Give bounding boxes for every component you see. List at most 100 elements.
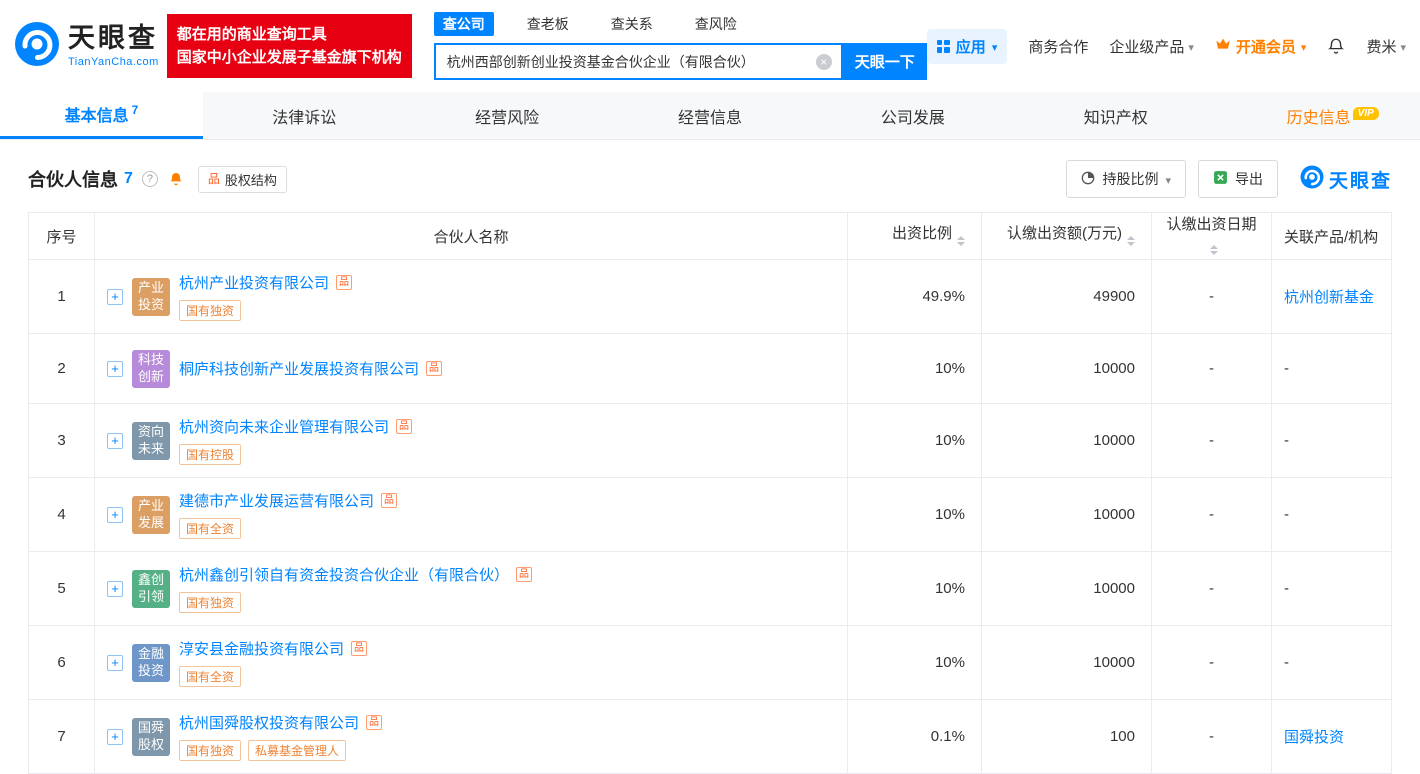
table-row: 3 资向未来 杭州资向未来企业管理有限公司 国有控股 10% 10000 - -: [28, 403, 1392, 478]
section-header: 合伙人信息 7 股权结构 持股比例: [0, 140, 1420, 212]
equity-structure-icon[interactable]: [516, 567, 533, 582]
nav-tab[interactable]: 知识产权: [1014, 92, 1217, 139]
subscribed-date-cell: -: [1151, 551, 1272, 626]
tianyancha-logo-icon: [1300, 165, 1324, 194]
expand-row-button[interactable]: [107, 580, 123, 597]
expand-row-button[interactable]: [107, 288, 123, 305]
subscribed-amount-cell: 10000: [981, 625, 1152, 700]
column-header-index: 序号: [28, 212, 95, 260]
equity-structure-icon[interactable]: [396, 419, 413, 434]
nav-tab[interactable]: 基本信息 7: [0, 92, 203, 139]
capital-ratio-cell: 10%: [847, 333, 982, 404]
user-menu[interactable]: 费米: [1366, 36, 1406, 57]
equity-structure-button[interactable]: 股权结构: [197, 165, 287, 193]
partner-tags: 国有独资: [179, 300, 352, 321]
nav-tab[interactable]: 公司发展: [811, 92, 1014, 139]
promo-line1: 都在用的商业查询工具: [176, 25, 327, 43]
header-right: 应用 商务合作 企业级产品 开通会员 费米: [926, 28, 1406, 64]
partner-name-link[interactable]: 桐庐科技创新产业发展投资有限公司: [179, 358, 419, 379]
partner-tag: 私募基金管理人: [248, 740, 347, 761]
chevron-down-icon: [1400, 38, 1406, 55]
expand-row-button[interactable]: [107, 728, 123, 745]
brand-name: 天眼查: [68, 23, 158, 54]
related-product-link[interactable]: 杭州创新基金: [1284, 289, 1374, 306]
partner-tags: 国有全资: [179, 666, 367, 687]
subscribed-amount-cell: 49900: [981, 259, 1152, 334]
row-index: 3: [28, 403, 95, 478]
column-header-related: 关联产品/机构: [1271, 212, 1392, 260]
equity-structure-icon[interactable]: [336, 275, 353, 290]
related-product-cell: -: [1271, 625, 1392, 700]
partner-logo-badge: 产业 发展: [132, 495, 170, 534]
brand-domain: TianYanCha.com: [68, 55, 159, 68]
partner-tag: 国有独资: [179, 740, 242, 761]
apps-grid-icon: [936, 39, 950, 53]
notification-bell-icon[interactable]: [1327, 37, 1345, 55]
search-area: 查公司查老板查关系查风险 × 天眼一下: [433, 12, 927, 80]
expand-row-button[interactable]: [107, 506, 123, 523]
search-button[interactable]: 天眼一下: [842, 43, 927, 80]
nav-tab[interactable]: 经营信息: [609, 92, 812, 139]
partner-name-link[interactable]: 杭州国舜股权投资有限公司: [179, 712, 359, 733]
equity-structure-icon[interactable]: [351, 641, 368, 656]
search-tab[interactable]: 查关系: [602, 12, 662, 36]
partner-logo-badge: 资向 未来: [132, 421, 170, 460]
nav-tab[interactable]: 法律诉讼: [203, 92, 406, 139]
partner-tag: 国有独资: [179, 592, 242, 613]
partner-name-link[interactable]: 杭州鑫创引领自有资金投资合伙企业（有限合伙）: [179, 564, 509, 585]
expand-row-button[interactable]: [107, 360, 123, 377]
tianyancha-logo[interactable]: 天眼查 TianYanCha.com: [14, 21, 159, 72]
related-product-link[interactable]: 国舜投资: [1284, 729, 1344, 746]
table-row: 4 产业发展 建德市产业发展运营有限公司 国有全资 10% 10000 - -: [28, 477, 1392, 552]
sort-icon[interactable]: [1127, 232, 1135, 250]
table-row: 7 国舜股权 杭州国舜股权投资有限公司 国有独资私募基金管理人 0.1% 100…: [28, 699, 1392, 774]
sort-icon[interactable]: [1210, 241, 1218, 259]
subscribed-date-cell: -: [1151, 625, 1272, 700]
column-header-ratio[interactable]: 出资比例: [847, 212, 982, 260]
partner-tag: 国有全资: [179, 666, 242, 687]
partner-tag: 国有全资: [179, 518, 242, 539]
subscribe-bell-icon[interactable]: [168, 171, 184, 187]
expand-row-button[interactable]: [107, 654, 123, 671]
row-index: 5: [28, 551, 95, 626]
tianyancha-logo-icon: [14, 21, 60, 72]
nav-tab[interactable]: 历史信息 VIP: [1217, 92, 1420, 139]
expand-row-button[interactable]: [107, 432, 123, 449]
search-tab[interactable]: 查老板: [518, 12, 578, 36]
holding-ratio-filter-button[interactable]: 持股比例: [1066, 160, 1186, 198]
row-index: 2: [28, 333, 95, 404]
watermark-text: 天眼查: [1328, 170, 1392, 192]
search-tab[interactable]: 查风险: [686, 12, 746, 36]
capital-ratio-cell: 10%: [847, 403, 982, 478]
partner-name-link[interactable]: 杭州产业投资有限公司: [179, 272, 329, 293]
enterprise-products-link[interactable]: 企业级产品: [1109, 36, 1194, 57]
biz-coop-link[interactable]: 商务合作: [1028, 36, 1088, 57]
sort-icon[interactable]: [957, 232, 965, 250]
vip-upgrade-link[interactable]: 开通会员: [1215, 36, 1307, 57]
table-row: 5 鑫创引领 杭州鑫创引领自有资金投资合伙企业（有限合伙） 国有独资 10% 1…: [28, 551, 1392, 626]
chevron-down-icon: [992, 38, 998, 55]
search-tab[interactable]: 查公司: [433, 12, 494, 36]
partner-logo-badge: 鑫创 引领: [132, 569, 170, 608]
partner-name-link[interactable]: 淳安县金融投资有限公司: [179, 638, 344, 659]
equity-structure-icon[interactable]: [426, 361, 443, 376]
export-button[interactable]: 导出: [1197, 160, 1278, 198]
related-product-cell: -: [1271, 403, 1392, 478]
column-header-amount[interactable]: 认缴出资额(万元): [981, 212, 1152, 260]
partner-name-link[interactable]: 建德市产业发展运营有限公司: [179, 490, 374, 511]
equity-structure-icon[interactable]: [366, 715, 383, 730]
nav-tab[interactable]: 经营风险: [406, 92, 609, 139]
column-header-date[interactable]: 认缴出资日期: [1151, 212, 1272, 260]
table-row: 1 产业投资 杭州产业投资有限公司 国有独资 49.9% 49900 - 杭州创…: [28, 259, 1392, 334]
equity-structure-icon[interactable]: [381, 493, 398, 508]
apps-menu-button[interactable]: 应用: [926, 28, 1008, 64]
related-product-cell: 杭州创新基金: [1271, 259, 1392, 334]
pie-icon: [1081, 171, 1095, 188]
clear-search-icon[interactable]: ×: [815, 53, 832, 70]
help-icon[interactable]: [141, 171, 158, 187]
search-input[interactable]: [444, 52, 810, 71]
subscribed-amount-cell: 10000: [981, 551, 1152, 626]
partner-name-link[interactable]: 杭州资向未来企业管理有限公司: [179, 416, 389, 437]
partner-tags: 国有独资 私募基金管理人: [179, 740, 382, 761]
partner-tag: 国有控股: [179, 444, 242, 465]
